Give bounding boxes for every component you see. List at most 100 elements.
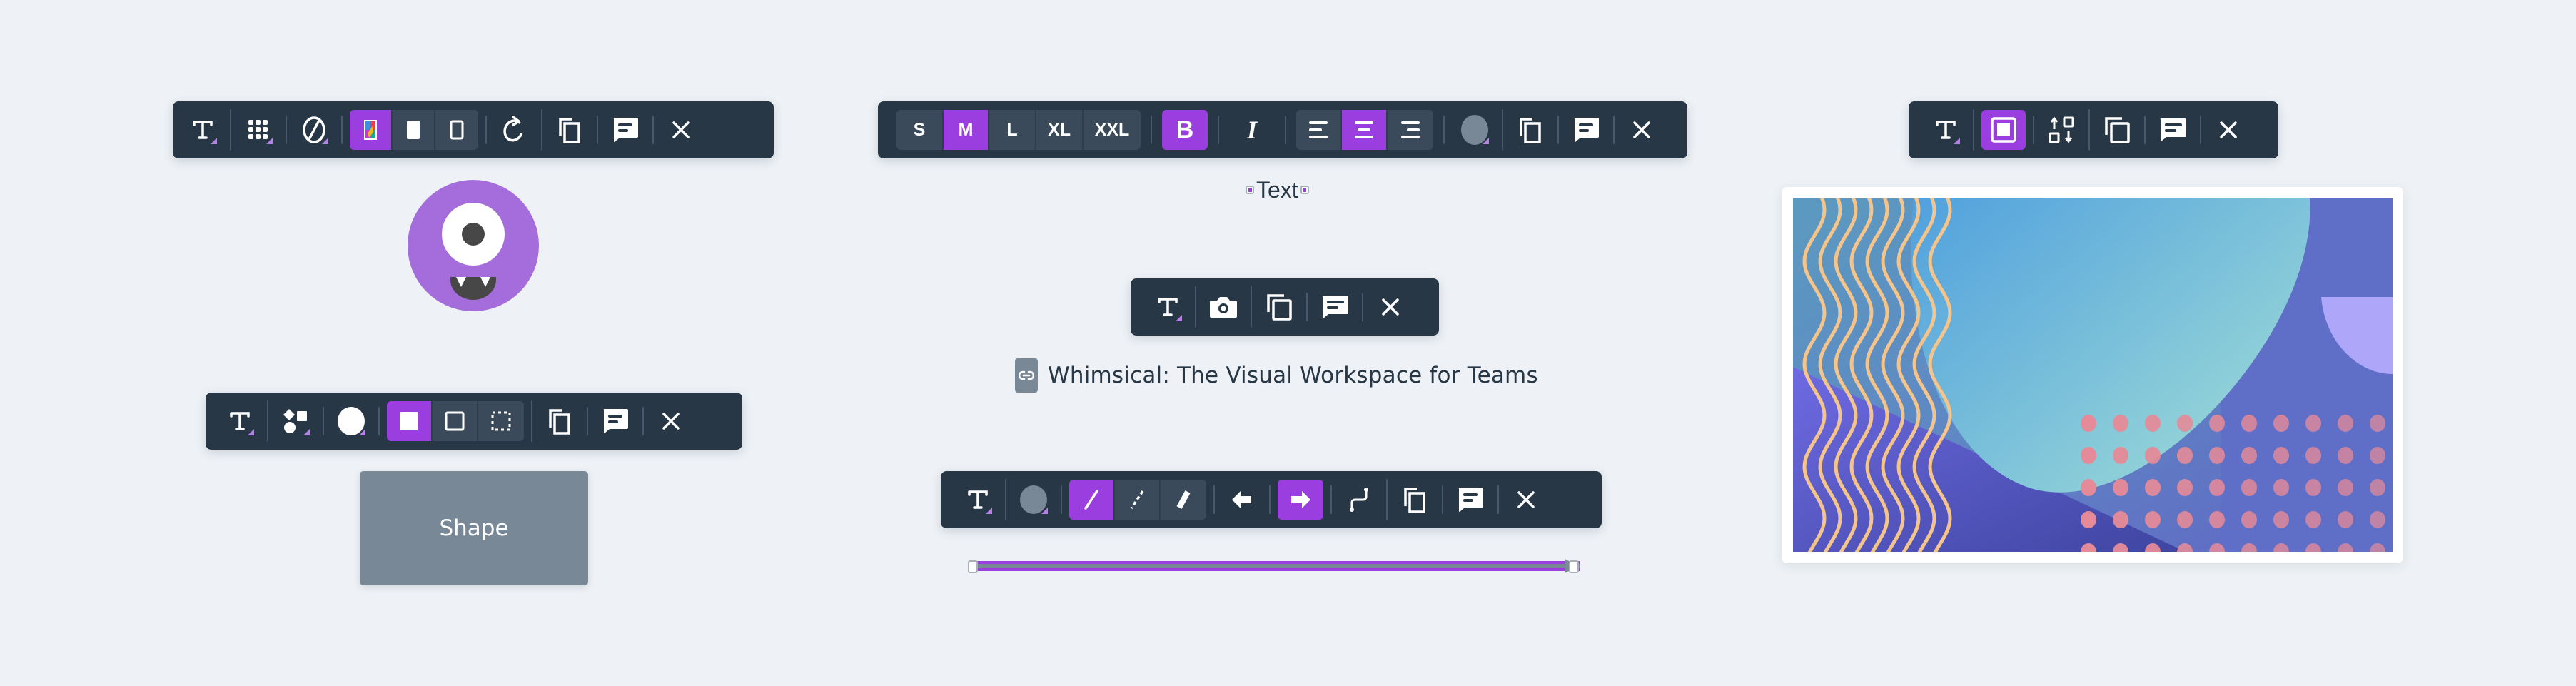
duplicate-button[interactable] (1510, 110, 1550, 150)
shape-label[interactable]: Shape (439, 515, 508, 541)
divider (1557, 116, 1559, 144)
dropdown-indicator (211, 138, 217, 144)
size-xxl-button[interactable]: XXL (1084, 110, 1141, 150)
delete-button[interactable] (661, 110, 701, 150)
comment-button[interactable] (1315, 287, 1355, 327)
divider (230, 109, 231, 151)
line-color-button[interactable] (1014, 480, 1054, 520)
dropdown-indicator (248, 429, 254, 435)
outline-style-button[interactable] (435, 110, 478, 150)
dropdown-indicator (1041, 508, 1048, 514)
color-style-button[interactable] (350, 110, 393, 150)
resize-handle-left[interactable] (1246, 186, 1254, 194)
thick-line-icon (1176, 490, 1191, 509)
italic-button[interactable]: I (1229, 110, 1275, 150)
pattern-dot (2177, 479, 2193, 496)
duplicate-button[interactable] (540, 401, 580, 441)
delete-button[interactable] (1506, 480, 1546, 520)
duplicate-button[interactable] (2097, 110, 2137, 150)
text-style-button[interactable] (183, 110, 223, 150)
frame-border-button[interactable] (1981, 110, 2026, 150)
duplicate-button[interactable] (1395, 480, 1435, 520)
text-content[interactable]: Text (1256, 177, 1298, 203)
comment-button[interactable] (1450, 480, 1490, 520)
curved-connector-icon (1350, 488, 1368, 512)
icon-set-button[interactable] (238, 110, 278, 150)
divider (267, 400, 268, 442)
divider (541, 109, 542, 151)
filled-border-button[interactable] (387, 401, 433, 441)
line-end-handle[interactable] (1569, 560, 1579, 573)
divider (1386, 479, 1388, 520)
solid-style-button[interactable] (393, 110, 435, 150)
align-right-button[interactable] (1388, 110, 1433, 150)
image-toolbar (1909, 101, 2278, 158)
background-color-button[interactable] (294, 110, 334, 150)
size-m-button[interactable]: M (944, 110, 989, 150)
pattern-dot (2145, 447, 2161, 464)
divider (286, 116, 287, 144)
delete-button[interactable] (1370, 287, 1410, 327)
swap-order-icon (2049, 116, 2074, 143)
divider (323, 407, 324, 435)
pattern-dot (2273, 447, 2289, 464)
start-arrow-button[interactable] (1222, 480, 1262, 520)
link-element[interactable]: Whimsical: The Visual Workspace for Team… (1015, 358, 1538, 393)
size-xl-button[interactable]: XL (1036, 110, 1084, 150)
comment-button[interactable] (605, 110, 645, 150)
swap-order-button[interactable] (2041, 110, 2081, 150)
connector-type-button[interactable] (1339, 480, 1379, 520)
align-center-icon (1355, 121, 1373, 138)
text-style-button[interactable] (1148, 287, 1188, 327)
shape-type-button[interactable] (276, 401, 315, 441)
end-arrow-button[interactable] (1278, 480, 1323, 520)
comment-button[interactable] (2153, 110, 2193, 150)
line-start-handle[interactable] (968, 560, 978, 573)
thick-line-button[interactable] (1161, 480, 1206, 520)
shape-element[interactable]: Shape (360, 471, 588, 585)
divider (1973, 109, 1974, 151)
text-color-button[interactable] (1455, 110, 1495, 150)
delete-button[interactable] (2208, 110, 2248, 150)
abstract-illustration-image (1793, 198, 2393, 552)
divider (1151, 116, 1152, 144)
align-left-button[interactable] (1296, 110, 1342, 150)
align-right-icon (1401, 121, 1420, 138)
resize-handle-right[interactable] (1300, 186, 1309, 194)
outline-border-icon (445, 411, 465, 431)
pattern-dot (2370, 415, 2385, 432)
line-element[interactable] (962, 557, 1585, 575)
comment-button[interactable] (595, 401, 635, 441)
preview-image-button[interactable] (1203, 287, 1243, 327)
solid-line-button[interactable] (1069, 480, 1115, 520)
divider (1061, 485, 1062, 514)
text-style-button[interactable] (1926, 110, 1966, 150)
outline-border-button[interactable] (433, 401, 478, 441)
align-center-button[interactable] (1342, 110, 1388, 150)
pattern-dot (2177, 511, 2193, 528)
link-icon-badge (1015, 358, 1038, 393)
divider (1362, 293, 1363, 321)
divider (485, 116, 487, 144)
image-frame[interactable] (1782, 187, 2403, 563)
dashed-border-button[interactable] (478, 401, 524, 441)
fill-color-button[interactable] (331, 401, 371, 441)
link-icon (1019, 370, 1034, 380)
bold-button[interactable]: B (1162, 110, 1208, 150)
divider (1195, 286, 1196, 328)
comment-button[interactable] (1566, 110, 1606, 150)
text-style-button[interactable] (220, 401, 260, 441)
dashed-line-button[interactable] (1115, 480, 1161, 520)
delete-button[interactable] (1622, 110, 1662, 150)
text-style-button[interactable] (958, 480, 998, 520)
pattern-dot (2370, 447, 2385, 464)
duplicate-button[interactable] (1259, 287, 1299, 327)
rotate-button[interactable] (494, 110, 534, 150)
duplicate-button[interactable] (550, 110, 590, 150)
link-title[interactable]: Whimsical: The Visual Workspace for Team… (1048, 363, 1538, 388)
size-l-button[interactable]: L (989, 110, 1036, 150)
monster-avatar[interactable] (408, 180, 539, 311)
delete-button[interactable] (651, 401, 691, 441)
size-s-button[interactable]: S (896, 110, 944, 150)
text-element[interactable]: Text (1246, 176, 1309, 204)
